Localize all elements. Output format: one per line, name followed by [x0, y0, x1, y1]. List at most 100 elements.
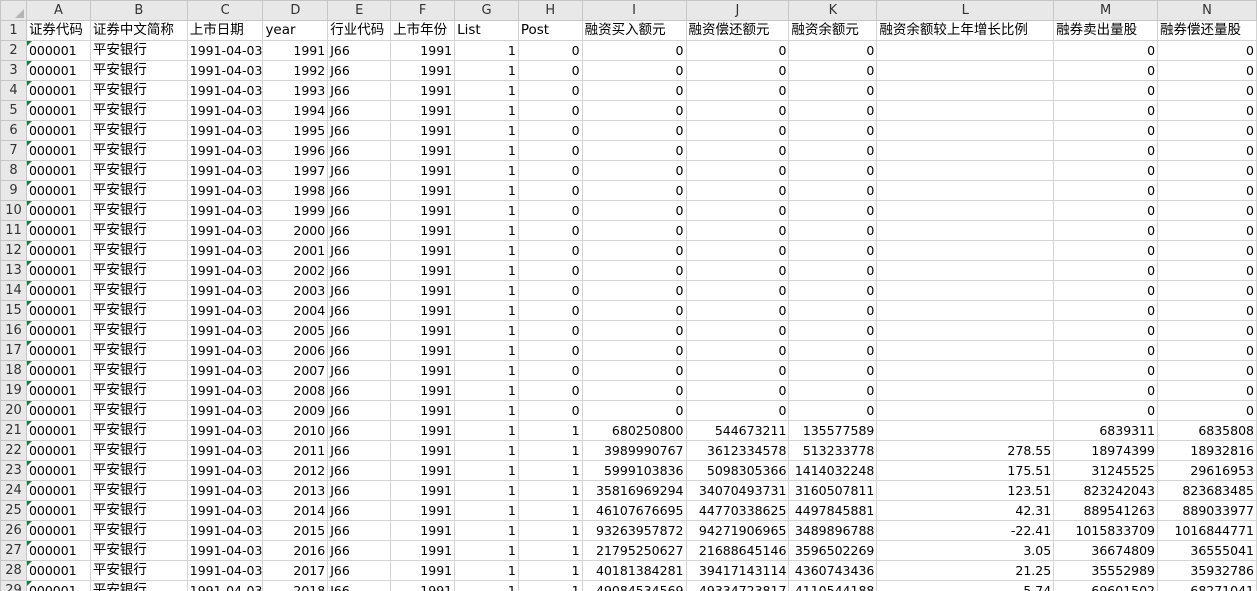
cell[interactable]: 68271041: [1157, 580, 1257, 591]
cell[interactable]: 0: [788, 280, 878, 301]
cell[interactable]: 0: [685, 160, 790, 181]
cell[interactable]: 0: [788, 40, 878, 61]
cell[interactable]: 0: [1157, 240, 1257, 261]
cell[interactable]: 1991-04-03: [186, 360, 264, 381]
cell[interactable]: 0: [1157, 220, 1257, 241]
cell[interactable]: 平安银行: [89, 280, 188, 301]
cell[interactable]: 1: [454, 320, 519, 341]
cell[interactable]: 0: [685, 380, 790, 401]
cell[interactable]: J66: [327, 500, 392, 521]
cell[interactable]: 平安银行: [89, 540, 188, 561]
cell[interactable]: 1991-04-03: [186, 520, 264, 541]
cell[interactable]: 0: [1157, 360, 1257, 381]
column-header-n[interactable]: N: [1157, 0, 1257, 21]
header-cell[interactable]: 证券代码: [25, 20, 91, 41]
cell[interactable]: J66: [327, 200, 392, 221]
cell[interactable]: 889033977: [1157, 500, 1257, 521]
cell[interactable]: 0: [1053, 180, 1159, 201]
cell[interactable]: J66: [327, 220, 392, 241]
cell[interactable]: 0: [685, 320, 790, 341]
cell[interactable]: 6835808: [1157, 420, 1257, 441]
cell[interactable]: 0: [517, 60, 583, 81]
cell[interactable]: J66: [327, 360, 392, 381]
cell[interactable]: 0: [1053, 340, 1159, 361]
row-header[interactable]: 27: [0, 540, 27, 561]
cell[interactable]: 31245525: [1053, 460, 1159, 481]
cell[interactable]: 000001: [25, 560, 91, 581]
select-all-corner[interactable]: [0, 0, 27, 21]
cell[interactable]: 0: [685, 40, 790, 61]
cell[interactable]: 0: [517, 400, 583, 421]
cell[interactable]: J66: [327, 580, 392, 591]
cell[interactable]: 0: [517, 160, 583, 181]
header-cell[interactable]: 行业代码: [327, 20, 392, 41]
cell[interactable]: J66: [327, 140, 392, 161]
cell[interactable]: 000001: [25, 580, 91, 591]
cell[interactable]: 0: [581, 140, 687, 161]
cell[interactable]: 1991-04-03: [186, 560, 264, 581]
cell[interactable]: 1991: [390, 500, 456, 521]
cell[interactable]: 0: [1053, 380, 1159, 401]
cell[interactable]: 6839311: [1053, 420, 1159, 441]
cell[interactable]: 1: [454, 340, 519, 361]
cell[interactable]: 21.25: [876, 560, 1055, 581]
cell[interactable]: 000001: [25, 300, 91, 321]
cell[interactable]: 平安银行: [89, 80, 188, 101]
cell[interactable]: 0: [1053, 200, 1159, 221]
cell[interactable]: 0: [1157, 200, 1257, 221]
cell[interactable]: 175.51: [876, 460, 1055, 481]
cell[interactable]: 2002: [262, 260, 329, 281]
cell[interactable]: 1991-04-03: [186, 100, 264, 121]
cell[interactable]: J66: [327, 240, 392, 261]
cell[interactable]: 0: [1157, 60, 1257, 81]
row-header[interactable]: 29: [0, 580, 27, 591]
cell[interactable]: 49084534569: [581, 580, 687, 591]
cell[interactable]: [876, 180, 1055, 201]
cell[interactable]: 0: [788, 160, 878, 181]
cell[interactable]: 278.55: [876, 440, 1055, 461]
cell[interactable]: 000001: [25, 540, 91, 561]
cell[interactable]: 0: [685, 280, 790, 301]
cell[interactable]: 平安银行: [89, 240, 188, 261]
cell[interactable]: 34070493731: [685, 480, 790, 501]
cell[interactable]: 0: [517, 100, 583, 121]
cell[interactable]: 0: [581, 340, 687, 361]
cell[interactable]: 40181384281: [581, 560, 687, 581]
cell[interactable]: 0: [581, 260, 687, 281]
cell[interactable]: 36674809: [1053, 540, 1159, 561]
cell[interactable]: -22.41: [876, 520, 1055, 541]
header-cell[interactable]: 融资偿还额元: [685, 20, 790, 41]
cell[interactable]: 2018: [262, 580, 329, 591]
cell[interactable]: 1: [454, 560, 519, 581]
cell[interactable]: 823683485: [1157, 480, 1257, 501]
cell[interactable]: 0: [1053, 120, 1159, 141]
cell[interactable]: 1991: [390, 460, 456, 481]
cell[interactable]: [876, 420, 1055, 441]
cell[interactable]: 1: [454, 380, 519, 401]
cell[interactable]: 平安银行: [89, 100, 188, 121]
cell[interactable]: 0: [1053, 360, 1159, 381]
cell[interactable]: 1991: [390, 140, 456, 161]
cell[interactable]: J66: [327, 340, 392, 361]
cell[interactable]: [876, 300, 1055, 321]
cell[interactable]: 1: [454, 240, 519, 261]
cell[interactable]: 0: [517, 140, 583, 161]
cell[interactable]: 1: [454, 420, 519, 441]
cell[interactable]: 0: [685, 220, 790, 241]
cell[interactable]: 0: [685, 120, 790, 141]
cell[interactable]: 1991-04-03: [186, 320, 264, 341]
row-header[interactable]: 16: [0, 320, 27, 341]
cell[interactable]: 1991-04-03: [186, 240, 264, 261]
cell[interactable]: 0: [1053, 160, 1159, 181]
column-header-j[interactable]: J: [685, 0, 790, 21]
cell[interactable]: 1991-04-03: [186, 380, 264, 401]
cell[interactable]: 3989990767: [581, 440, 687, 461]
cell[interactable]: [876, 280, 1055, 301]
cell[interactable]: 0: [685, 300, 790, 321]
cell[interactable]: 平安银行: [89, 360, 188, 381]
cell[interactable]: 1: [517, 480, 583, 501]
cell[interactable]: 1991-04-03: [186, 40, 264, 61]
cell[interactable]: 0: [581, 80, 687, 101]
column-header-i[interactable]: I: [581, 0, 687, 21]
cell[interactable]: 平安银行: [89, 180, 188, 201]
